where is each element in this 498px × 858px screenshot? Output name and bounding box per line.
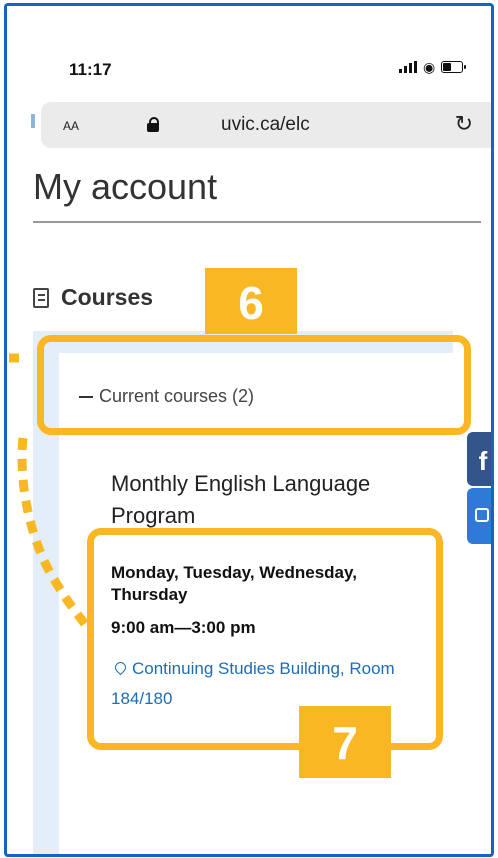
facebook-share-button[interactable]: f bbox=[467, 432, 491, 486]
battery-icon bbox=[441, 61, 467, 73]
callout-number-6: 6 bbox=[205, 268, 297, 334]
status-bar: 11:17 ◉ bbox=[7, 6, 491, 106]
course-name: Monthly English Language Program bbox=[111, 471, 371, 528]
text-size-button[interactable]: AA bbox=[63, 115, 79, 135]
courses-heading: Courses bbox=[33, 284, 153, 311]
page-title: My account bbox=[33, 166, 218, 207]
status-icons: ◉ bbox=[399, 59, 467, 75]
signal-icon bbox=[399, 61, 417, 73]
share-icon bbox=[475, 508, 489, 522]
url-text[interactable]: uvic.ca/elc bbox=[221, 114, 310, 136]
callout-box-6 bbox=[37, 335, 471, 435]
social-share-button[interactable] bbox=[467, 488, 491, 544]
left-edge-marker bbox=[31, 114, 35, 128]
courses-label: Courses bbox=[61, 284, 154, 310]
title-divider bbox=[33, 221, 481, 223]
reload-icon[interactable]: ↻ bbox=[455, 111, 473, 137]
screenshot-frame: 11:17 ◉ AA uvic.ca/elc ↻ My account Cour… bbox=[4, 3, 494, 857]
browser-address-bar[interactable]: AA uvic.ca/elc ↻ bbox=[41, 102, 491, 148]
book-icon bbox=[33, 287, 49, 308]
lock-icon bbox=[147, 117, 159, 132]
wifi-icon: ◉ bbox=[423, 59, 436, 75]
callout-number-7: 7 bbox=[299, 706, 391, 778]
status-time: 11:17 bbox=[69, 60, 112, 79]
